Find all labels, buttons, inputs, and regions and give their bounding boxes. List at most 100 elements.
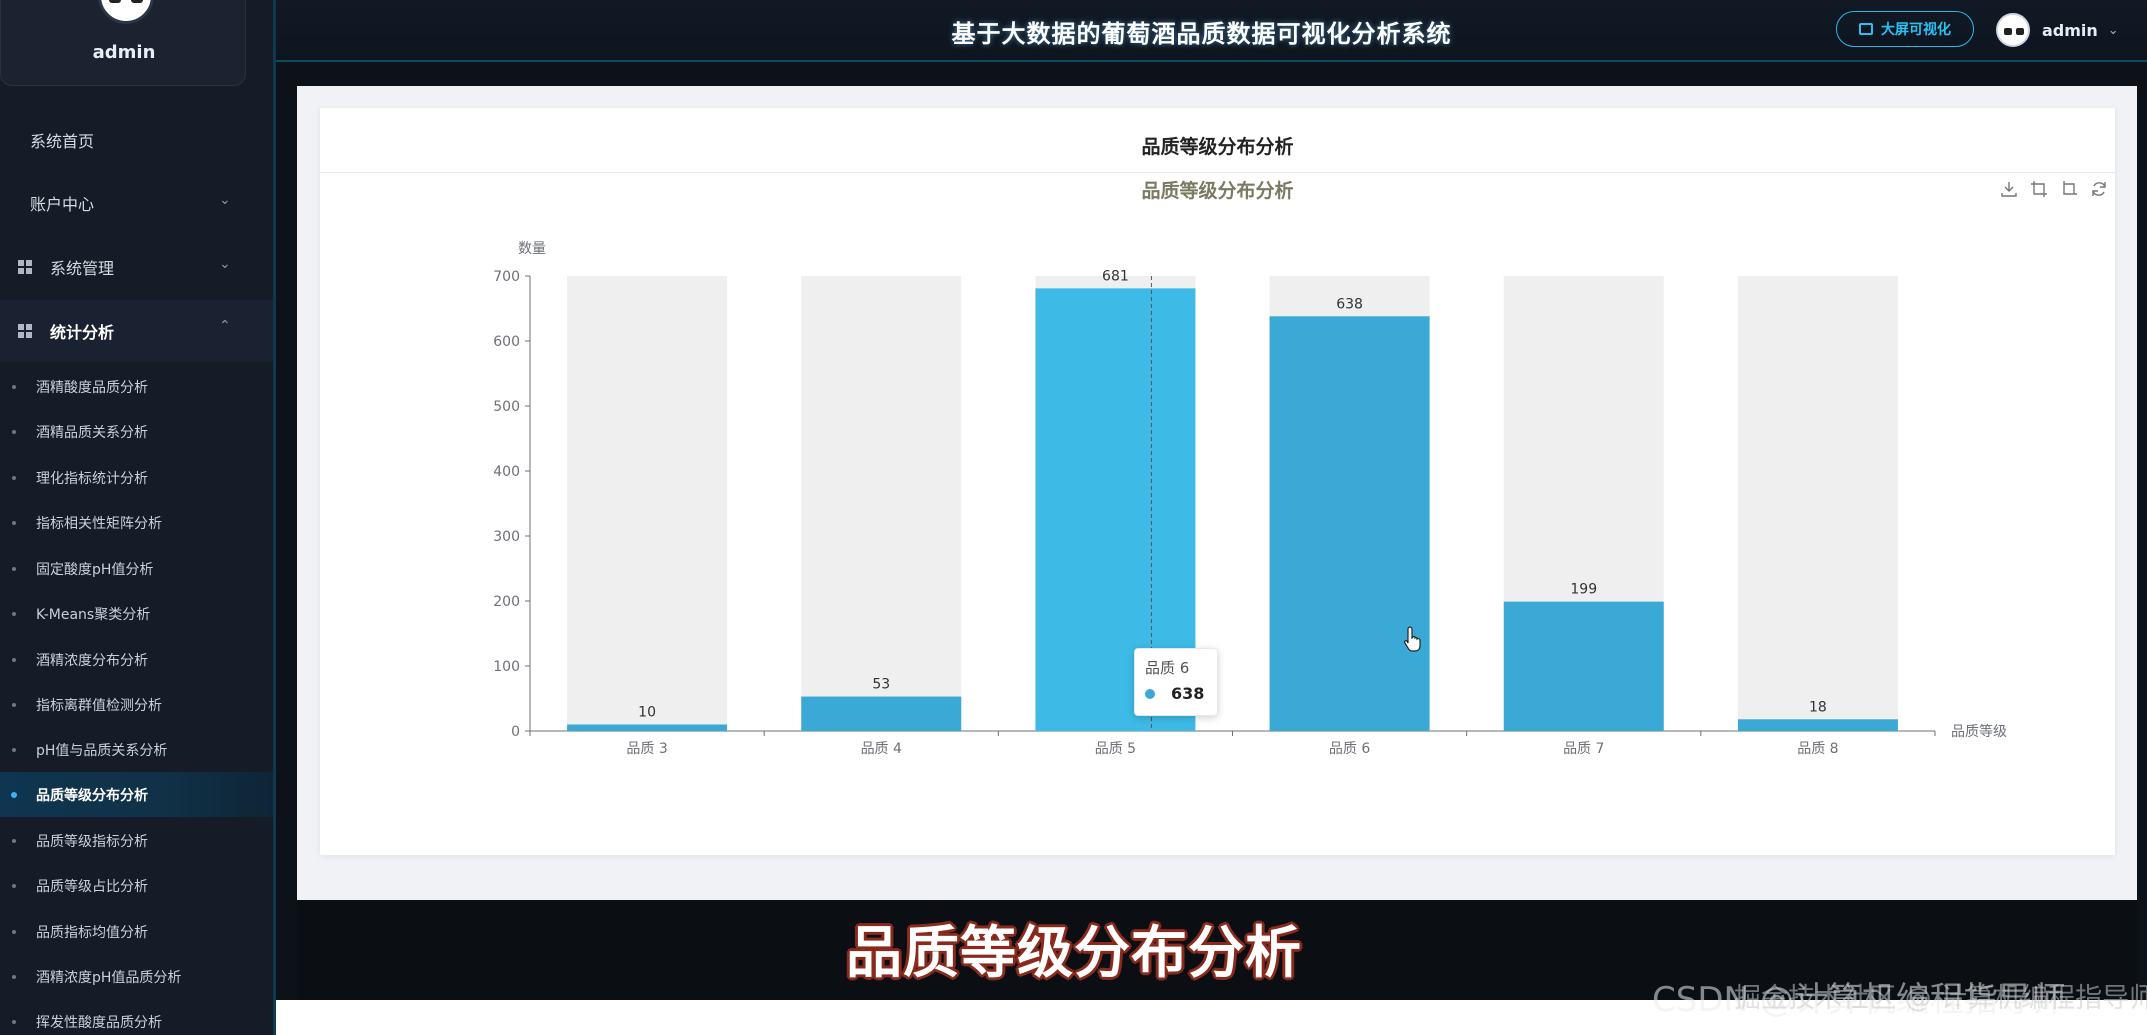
submenu-item-label: pH值与品质关系分析: [36, 742, 168, 759]
submenu-item[interactable]: 酒精浓度分布分析: [0, 637, 273, 682]
user-avatar[interactable]: [1996, 13, 2030, 47]
bullet-icon: [12, 611, 16, 616]
watermark-overlay: 掘金技术社区 @ 计算机编程指导师: [1734, 983, 2147, 1014]
grid-icon: [18, 260, 32, 274]
bullet-icon: [12, 838, 16, 843]
submenu-item[interactable]: 挥发性酸度品质分析: [0, 999, 273, 1035]
avatar-eye-icon: [131, 0, 143, 3]
bar: [1503, 601, 1664, 731]
submenu-item-label: 酒精浓度分布分析: [36, 652, 148, 669]
bar: [1737, 719, 1898, 731]
profile-card: admin: [0, 0, 246, 86]
bullet-icon: [12, 657, 16, 662]
menu-item-home[interactable]: 系统首页: [0, 109, 273, 171]
data-label: 53: [872, 677, 890, 693]
bullet-icon: [12, 566, 16, 571]
pointer-hand-icon: [1404, 626, 1421, 652]
top-header: 基于大数据的葡萄酒品质数据可视化分析系统 大屏可视化 admin ⌄: [276, 0, 2147, 62]
submenu-item-label: 指标相关性矩阵分析: [36, 515, 162, 532]
chevron-down-icon: ⌄: [219, 256, 231, 272]
submenu-item[interactable]: 酒精品质关系分析: [0, 409, 273, 454]
avatar-eye-icon: [109, 0, 121, 3]
submenu-item[interactable]: K-Means聚类分析: [0, 591, 273, 636]
submenu-item-label: 品质等级指标分析: [36, 833, 148, 850]
menu-item-system[interactable]: 系统管理 ⌄: [0, 236, 273, 298]
submenu-item[interactable]: 品质等级占比分析: [0, 863, 273, 908]
x-tick-label: 品质 6: [1329, 741, 1370, 757]
data-label: 638: [1336, 296, 1363, 312]
submenu-item[interactable]: 品质指标均值分析: [0, 909, 273, 954]
user-menu[interactable]: admin ⌄: [1996, 10, 2119, 50]
y-tick-label: 100: [493, 659, 520, 675]
grid-icon: [18, 324, 32, 338]
chevron-up-icon: ⌃: [219, 318, 231, 334]
avatar[interactable]: [98, 0, 154, 24]
chart-tooltip: 品质 6 638: [1134, 648, 1218, 716]
data-label: 18: [1809, 699, 1827, 715]
y-tick-label: 300: [493, 529, 520, 545]
bar-background: [567, 276, 728, 731]
y-tick-label: 200: [493, 594, 520, 610]
bar-background: [801, 276, 962, 731]
x-axis-title: 品质等级: [1951, 723, 2007, 740]
tooltip-value: 638: [1171, 684, 1205, 703]
submenu-item-label: 酒精品质关系分析: [36, 424, 148, 441]
menu-item-label: 系统管理: [50, 259, 115, 278]
x-tick-label: 品质 4: [861, 741, 902, 757]
submenu-item-label: 品质等级占比分析: [36, 878, 148, 895]
data-label: 10: [638, 705, 656, 721]
bullet-icon: [12, 384, 16, 389]
bar: [1269, 316, 1430, 731]
submenu-item[interactable]: 酒精酸度品质分析: [0, 364, 273, 409]
y-tick-label: 500: [493, 399, 520, 415]
tooltip-title: 品质 6: [1145, 659, 1190, 677]
bar-chart[interactable]: 0 100 200 300 400 500 600 700 数量 10 品质 3 53 品质 4 681 品…: [320, 108, 2115, 855]
y-tick-label: 400: [493, 464, 520, 480]
bullet-icon: [12, 974, 16, 979]
chevron-down-icon: ⌄: [2107, 22, 2119, 38]
bullet-icon: [11, 791, 17, 798]
user-name: admin: [2042, 20, 2098, 40]
submenu-item[interactable]: pH值与品质关系分析: [0, 727, 273, 772]
x-tick-label: 品质 5: [1095, 741, 1136, 757]
x-tick-label: 品质 7: [1563, 741, 1604, 757]
submenu-item-label: 固定酸度pH值分析: [36, 561, 154, 578]
y-tick-label: 700: [493, 269, 520, 285]
menu-item-statistics[interactable]: 统计分析 ⌃: [0, 300, 273, 362]
bullet-icon: [12, 747, 16, 752]
x-tick-label: 品质 3: [626, 741, 667, 757]
menu-item-account[interactable]: 账户中心 ⌄: [0, 172, 273, 234]
submenu-item-label: 挥发性酸度品质分析: [36, 1014, 162, 1031]
bullet-icon: [12, 1019, 16, 1024]
submenu-item[interactable]: 固定酸度pH值分析: [0, 546, 273, 591]
bigscreen-button[interactable]: 大屏可视化: [1836, 11, 1974, 47]
menu-item-label: 系统首页: [30, 132, 95, 151]
chevron-down-icon: ⌄: [219, 192, 231, 208]
profile-name: admin: [92, 42, 156, 63]
bar: [567, 724, 728, 731]
bullet-icon: [12, 929, 16, 934]
x-tick-label: 品质 8: [1797, 741, 1838, 757]
submenu-item-label: 理化指标统计分析: [36, 470, 148, 487]
submenu-item[interactable]: 酒精浓度pH值品质分析: [0, 954, 273, 999]
y-tick-label: 0: [511, 724, 520, 740]
submenu-item[interactable]: 指标相关性矩阵分析: [0, 500, 273, 545]
bigscreen-label: 大屏可视化: [1881, 22, 1951, 38]
submenu-item-active[interactable]: 品质等级分布分析: [0, 772, 273, 817]
bullet-icon: [12, 475, 16, 480]
submenu-item-label: 酒精酸度品质分析: [36, 379, 148, 396]
video-caption: 品质等级分布分析: [846, 921, 1302, 986]
submenu-item[interactable]: 品质等级指标分析: [0, 818, 273, 863]
bar: [801, 696, 962, 731]
y-axis-title: 数量: [518, 241, 546, 257]
bullet-icon: [12, 520, 16, 525]
bullet-icon: [12, 429, 16, 434]
submenu-item-label: 品质等级分布分析: [36, 787, 148, 804]
submenu-item[interactable]: 理化指标统计分析: [0, 455, 273, 500]
submenu-item-label: 酒精浓度pH值品质分析: [36, 969, 182, 986]
data-label: 681: [1102, 268, 1129, 284]
submenu-item[interactable]: 指标离群值检测分析: [0, 682, 273, 727]
y-tick-label: 600: [493, 334, 520, 350]
submenu-item-label: 品质指标均值分析: [36, 924, 148, 941]
menu-item-label: 账户中心: [30, 195, 95, 214]
